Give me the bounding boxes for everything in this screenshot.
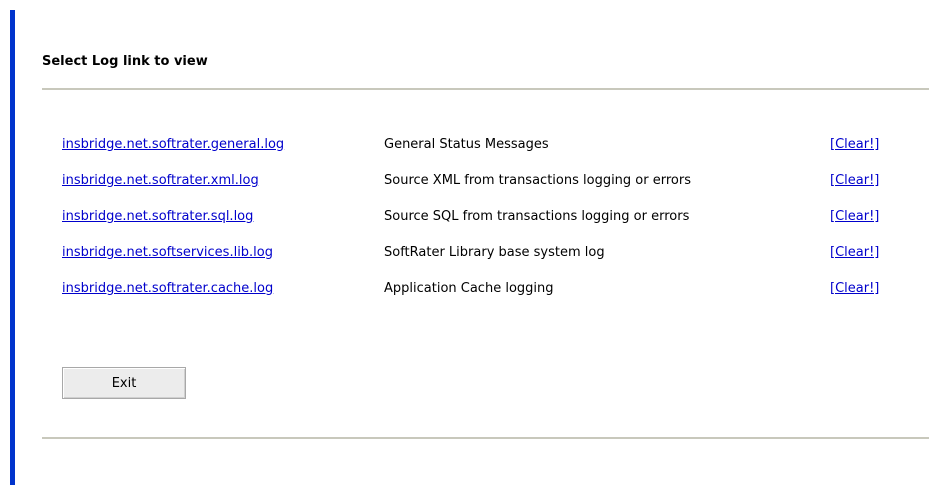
bottom-divider [42,437,929,439]
log-row: insbridge.net.softservices.lib.log SoftR… [62,234,910,270]
log-link-lib[interactable]: insbridge.net.softservices.lib.log [62,245,273,260]
clear-link-general[interactable]: [Clear!] [830,137,879,152]
page-heading: Select Log link to view [42,54,208,69]
exit-button[interactable]: Exit [62,367,186,399]
log-description: General Status Messages [384,136,549,152]
clear-link-cache[interactable]: [Clear!] [830,281,879,296]
log-row: insbridge.net.softrater.cache.log Applic… [62,270,910,306]
log-row: insbridge.net.softrater.sql.log Source S… [62,198,910,234]
log-description: Source XML from transactions logging or … [384,172,691,188]
log-description: SoftRater Library base system log [384,244,605,260]
log-row: insbridge.net.softrater.xml.log Source X… [62,162,910,198]
log-link-cache[interactable]: insbridge.net.softrater.cache.log [62,281,273,296]
log-description: Application Cache logging [384,280,554,296]
log-link-xml[interactable]: insbridge.net.softrater.xml.log [62,173,259,188]
top-divider [42,88,929,90]
clear-link-xml[interactable]: [Clear!] [830,173,879,188]
log-link-general[interactable]: insbridge.net.softrater.general.log [62,137,284,152]
log-row: insbridge.net.softrater.general.log Gene… [62,126,910,162]
clear-link-lib[interactable]: [Clear!] [830,245,879,260]
log-link-sql[interactable]: insbridge.net.softrater.sql.log [62,209,253,224]
left-accent-bar [10,10,15,485]
log-table: insbridge.net.softrater.general.log Gene… [62,126,910,306]
log-description: Source SQL from transactions logging or … [384,208,690,224]
clear-link-sql[interactable]: [Clear!] [830,209,879,224]
